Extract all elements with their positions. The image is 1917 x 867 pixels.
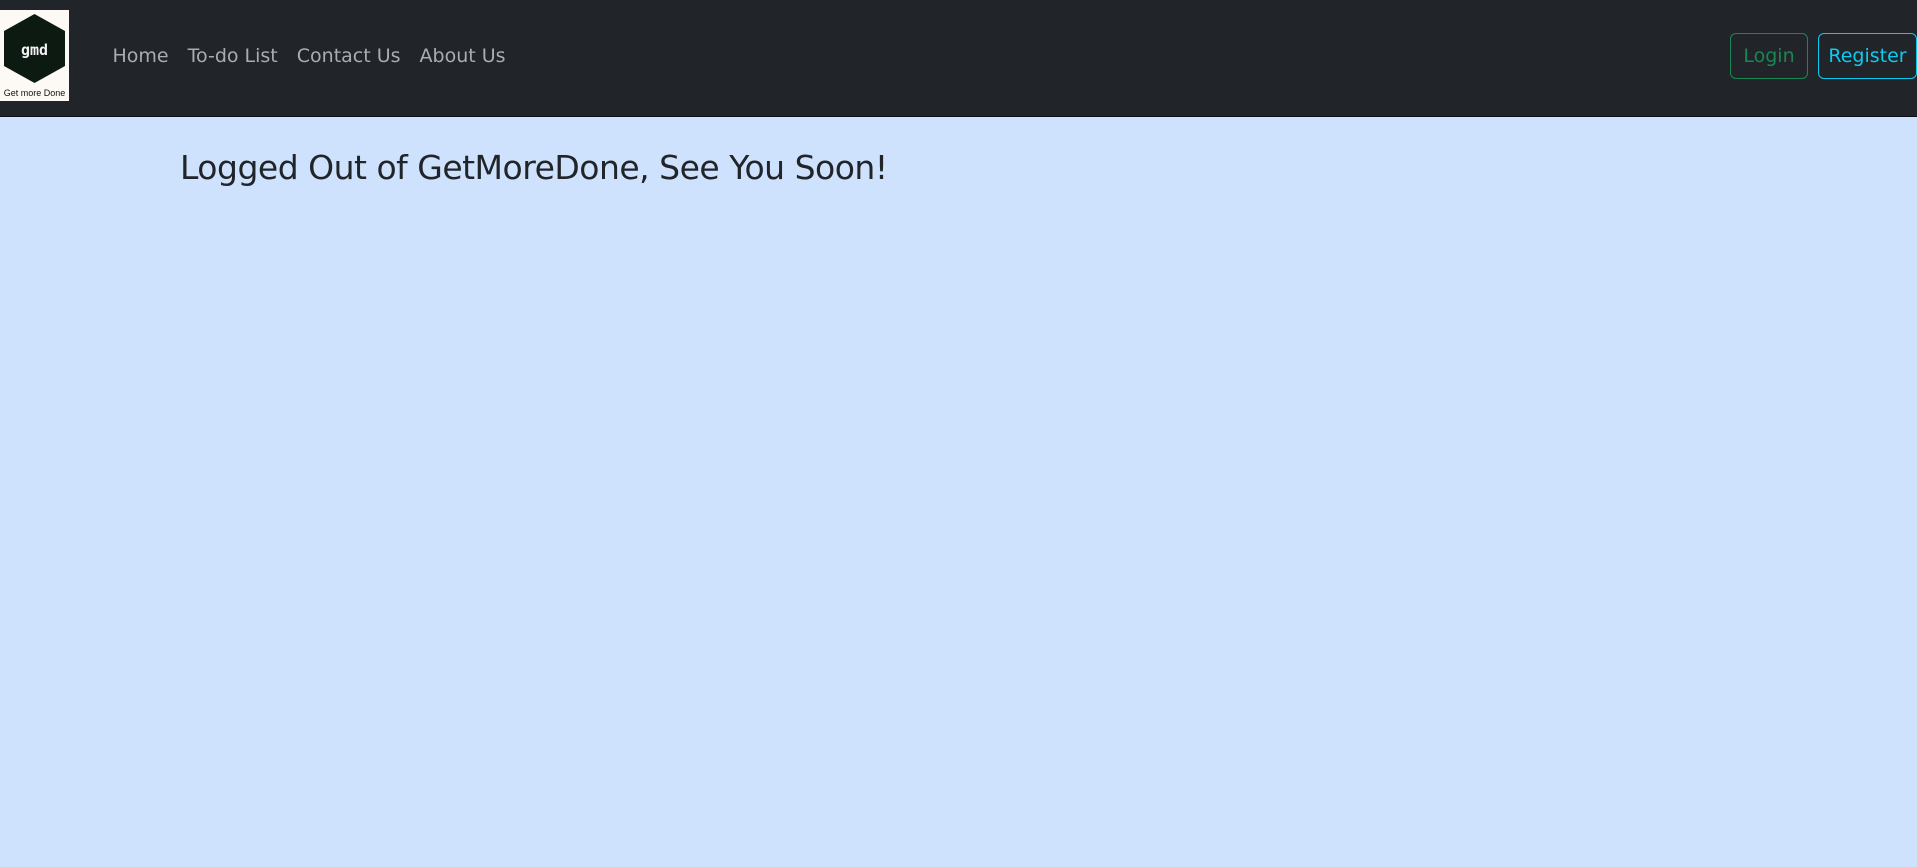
hexagon-logo-icon: gmd <box>4 14 65 83</box>
page-title: Logged Out of GetMoreDone, See You Soon! <box>180 148 888 187</box>
nav-link-about-us[interactable]: About Us <box>410 44 515 68</box>
nav-link-contact-us[interactable]: Contact Us <box>287 44 410 68</box>
nav-links: Home To-do List Contact Us About Us <box>103 44 515 68</box>
logo-mark-text: gmd <box>21 41 48 59</box>
navbar: gmd Get more Done Home To-do List Contac… <box>0 0 1917 117</box>
login-button[interactable]: Login <box>1730 33 1808 79</box>
nav-link-todo-list[interactable]: To-do List <box>178 44 287 68</box>
main-content: Logged Out of GetMoreDone, See You Soon! <box>0 118 1917 867</box>
logo-caption: Get more Done <box>3 88 66 98</box>
nav-link-home[interactable]: Home <box>103 44 178 68</box>
register-button[interactable]: Register <box>1818 33 1917 79</box>
brand-logo[interactable]: gmd Get more Done <box>0 10 69 101</box>
